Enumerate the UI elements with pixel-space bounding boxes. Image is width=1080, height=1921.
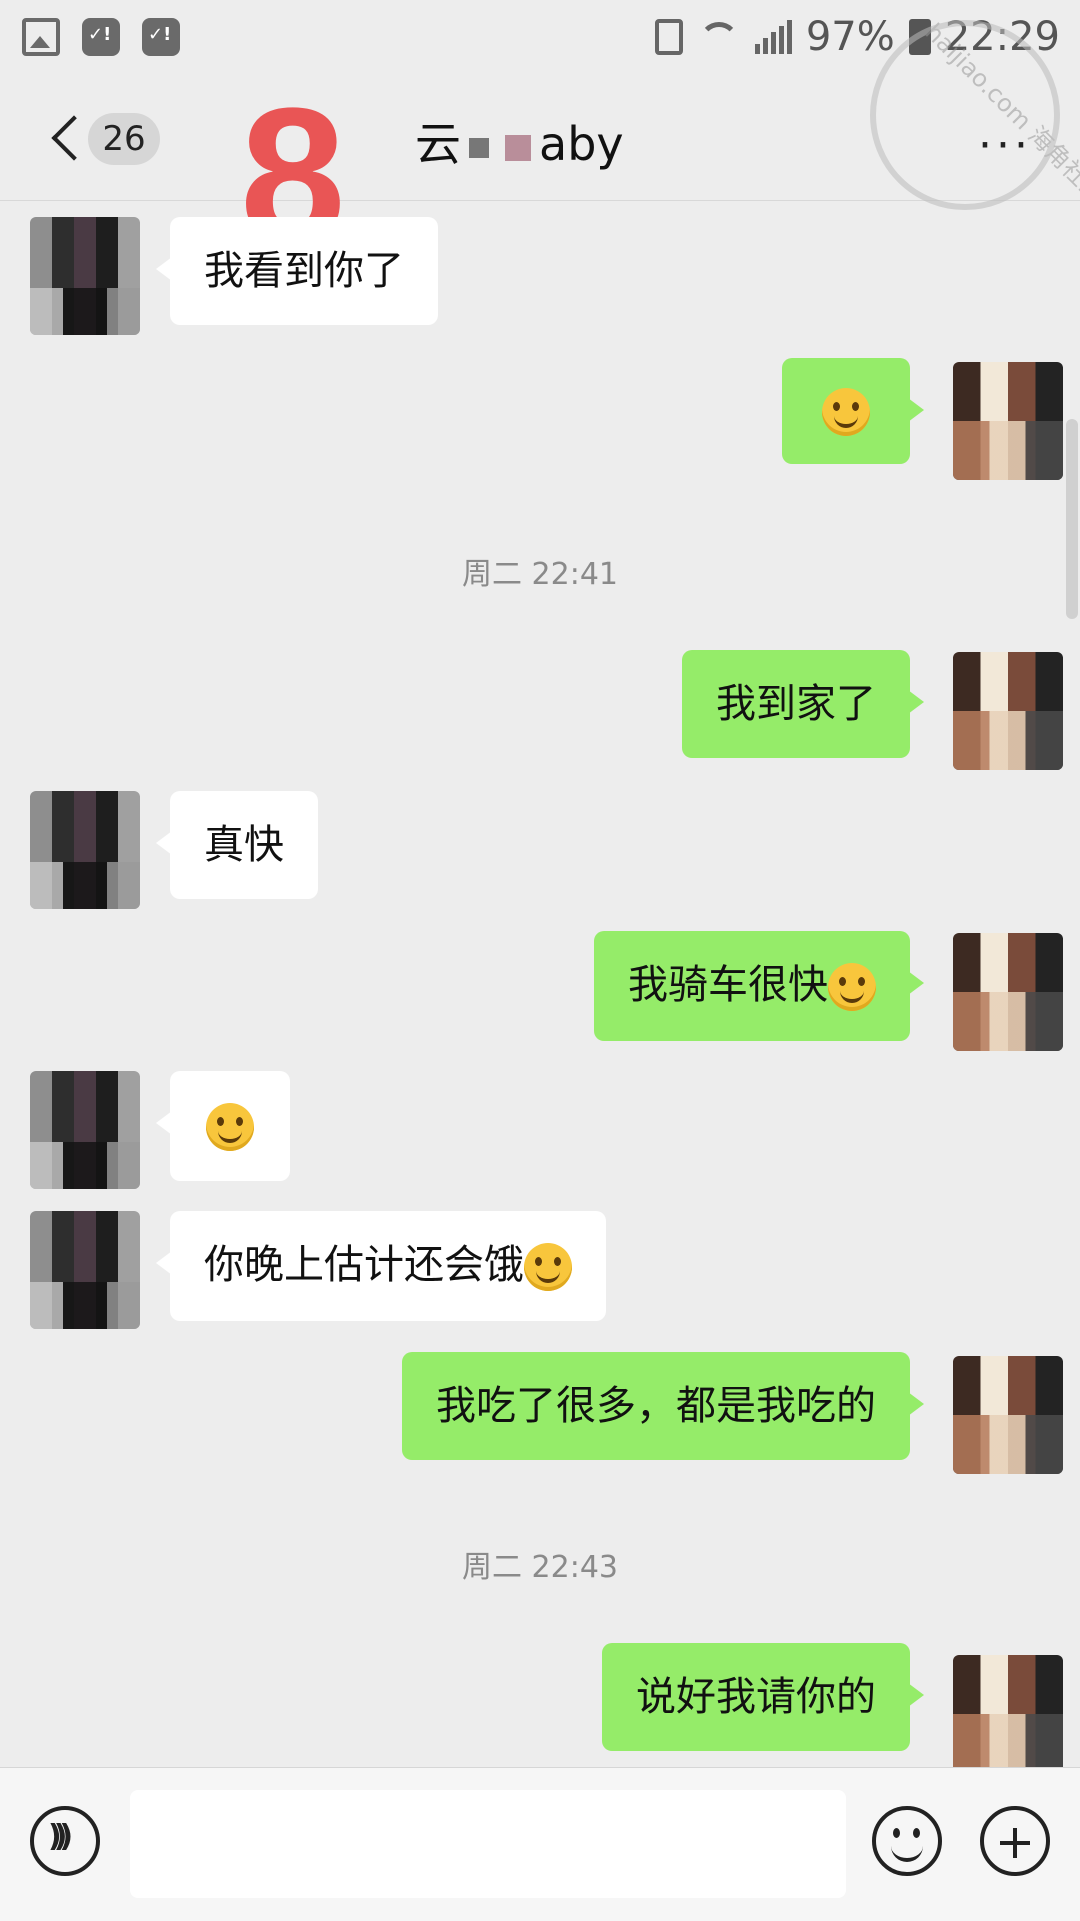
contact-avatar[interactable] xyxy=(30,217,140,335)
contact-name-suffix: aby xyxy=(539,117,624,171)
emoji-picker-icon[interactable] xyxy=(872,1806,942,1876)
message-text: 我看到你了 xyxy=(204,248,404,294)
message-text: 说好我请你的 xyxy=(636,1674,876,1720)
recycle-icon xyxy=(654,19,683,55)
message-bubble[interactable] xyxy=(156,1071,290,1181)
my-avatar[interactable] xyxy=(953,362,1063,480)
message-bubble[interactable]: 我到家了 xyxy=(682,650,924,758)
notification-icons xyxy=(22,18,180,56)
scrollbar[interactable] xyxy=(1066,419,1078,619)
my-avatar[interactable] xyxy=(953,652,1063,770)
add-attachment-icon[interactable] xyxy=(980,1806,1050,1876)
message-text: 我到家了 xyxy=(716,681,876,727)
chat-messages[interactable]: 我看到你了 周二 22:41 我到家了 真快 我骑车很快 你晚上估计还会饿 我吃… xyxy=(0,201,1080,1773)
battery-percent: 97% xyxy=(805,14,895,60)
voice-input-icon[interactable] xyxy=(30,1806,100,1876)
wifi-icon xyxy=(697,20,741,54)
message-text: 我吃了很多，都是我吃的 xyxy=(436,1383,876,1429)
message-bubble[interactable]: 我吃了很多，都是我吃的 xyxy=(402,1352,924,1460)
timestamp: 周二 22:41 xyxy=(462,557,618,592)
message-bubble[interactable]: 我骑车很快 xyxy=(594,931,924,1041)
notification-check-icon xyxy=(142,18,180,56)
message-bubble[interactable]: 说好我请你的 xyxy=(602,1643,924,1751)
message-bubble[interactable]: 我看到你了 xyxy=(156,217,438,325)
gallery-icon xyxy=(22,18,60,56)
notification-check-icon xyxy=(82,18,120,56)
message-bubble[interactable]: 你晚上估计还会饿 xyxy=(156,1211,606,1321)
signal-icon xyxy=(754,20,792,54)
smug-emoji-icon xyxy=(828,963,876,1011)
censor-block xyxy=(505,134,531,161)
contact-name-prefix: 云 xyxy=(415,117,461,171)
message-text: 你晚上估计还会饿 xyxy=(204,1242,524,1288)
message-input[interactable] xyxy=(130,1790,846,1898)
message-bubble[interactable] xyxy=(782,358,924,464)
message-text: 真快 xyxy=(204,822,284,868)
unread-count-badge[interactable]: 26 xyxy=(88,113,160,165)
contact-avatar[interactable] xyxy=(30,1071,140,1189)
timestamp: 周二 22:43 xyxy=(462,1550,618,1585)
watermark-stamp: haijiao.com 海角社区 xyxy=(870,18,1080,210)
censor-block xyxy=(469,137,489,158)
contact-avatar[interactable] xyxy=(30,791,140,909)
message-bubble[interactable]: 真快 xyxy=(156,791,318,899)
my-avatar[interactable] xyxy=(953,1356,1063,1474)
thinking-emoji-icon xyxy=(206,1103,254,1151)
crying-laugh-emoji-icon xyxy=(524,1243,572,1291)
input-bar xyxy=(0,1767,1080,1921)
message-text: 我骑车很快 xyxy=(628,962,828,1008)
my-avatar[interactable] xyxy=(953,933,1063,1051)
contact-name: 云 aby xyxy=(415,108,624,174)
my-avatar[interactable] xyxy=(953,1655,1063,1773)
grin-emoji-icon xyxy=(822,388,870,436)
contact-avatar[interactable] xyxy=(30,1211,140,1329)
